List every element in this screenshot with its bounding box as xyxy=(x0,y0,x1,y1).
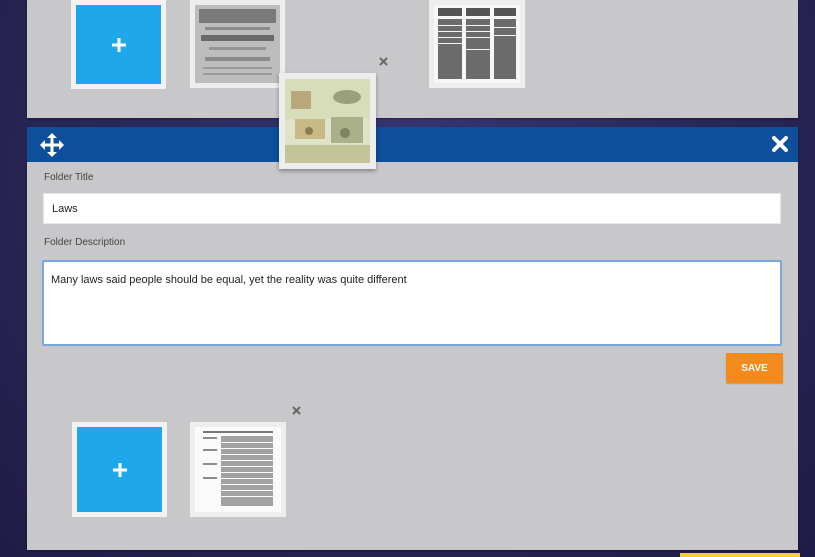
item-thumbnail-poster[interactable] xyxy=(190,0,285,88)
item-thumbnail-document[interactable] xyxy=(190,422,286,517)
plus-icon xyxy=(111,37,126,52)
folder-description-label: Folder Description xyxy=(44,237,126,248)
remove-x-icon[interactable] xyxy=(378,56,389,67)
folder-panel-previous xyxy=(27,0,798,118)
add-item-button[interactable] xyxy=(76,5,161,84)
folder-panel-edit: Folder Title Laws Folder Description Man… xyxy=(27,127,798,550)
add-item-button[interactable] xyxy=(77,427,162,512)
bottom-tab-edge xyxy=(680,553,800,557)
illustration-thumbnail-image xyxy=(285,79,370,163)
poster-thumbnail-image xyxy=(195,5,280,83)
folder-header-bar[interactable] xyxy=(27,127,798,162)
item-thumbnail-newspaper[interactable] xyxy=(429,0,525,88)
folder-title-input[interactable]: Laws xyxy=(43,193,781,224)
add-item-tile[interactable] xyxy=(72,422,167,517)
remove-x-icon[interactable] xyxy=(291,405,302,416)
folder-description-textarea[interactable]: Many laws said people should be equal, y… xyxy=(42,260,782,346)
close-icon[interactable] xyxy=(771,135,789,153)
save-button[interactable]: SAVE xyxy=(726,353,783,383)
add-item-tile[interactable] xyxy=(71,0,166,89)
newspaper-thumbnail-image xyxy=(434,5,520,83)
plus-icon xyxy=(112,462,127,477)
dragged-item-thumbnail[interactable] xyxy=(279,73,376,169)
move-arrows-icon[interactable] xyxy=(40,133,64,157)
folder-title-label: Folder Title xyxy=(44,172,94,183)
document-thumbnail-image xyxy=(195,427,281,512)
